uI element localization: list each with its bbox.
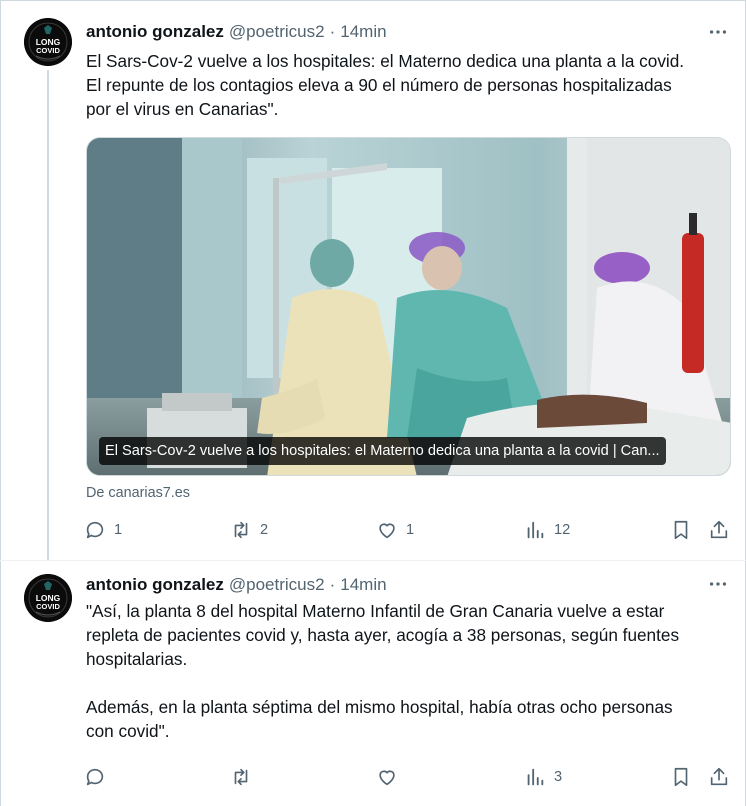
bookmark-icon (674, 520, 688, 540)
bookmark-icon (674, 767, 688, 787)
long-covid-logo: LONG COVID (24, 574, 72, 622)
author-handle[interactable]: @poetricus2 (229, 575, 325, 595)
separator-dot: · (329, 22, 336, 41)
long-covid-logo: LONG COVID (24, 18, 72, 66)
views-icon (527, 768, 544, 786)
like-button[interactable] (376, 763, 406, 791)
tweet-2[interactable]: LONG COVID antonio gonzalez @poetricus2 … (0, 560, 746, 806)
retweet-icon (234, 521, 248, 539)
author-handle[interactable]: @poetricus2 (229, 22, 325, 42)
reply-button[interactable] (84, 763, 114, 791)
tweet-time[interactable]: 14min (340, 575, 386, 595)
tweet-time[interactable]: 14min (340, 22, 386, 42)
card-source[interactable]: De canarias7.es (86, 485, 190, 501)
like-count: 1 (406, 522, 415, 538)
author-name[interactable]: antonio gonzalez (86, 22, 224, 42)
avatar[interactable]: LONG COVID (24, 18, 72, 66)
share-icon (710, 520, 728, 539)
heart-icon (379, 523, 395, 539)
thread-line (47, 70, 49, 560)
views-count: 12 (554, 522, 571, 538)
retweet-button[interactable] (230, 763, 260, 791)
retweet-button[interactable]: 2 (230, 516, 268, 544)
action-bar: 3 (84, 763, 734, 791)
more-button[interactable] (706, 574, 730, 594)
bookmark-button[interactable] (670, 516, 692, 544)
more-button[interactable] (706, 22, 730, 42)
card-caption: El Sars-Cov-2 vuelve a los hospitales: e… (99, 437, 666, 465)
views-icon (527, 521, 544, 539)
hospital-photo (87, 138, 730, 475)
retweet-icon (234, 768, 248, 786)
reply-button[interactable]: 1 (84, 516, 122, 544)
avatar-text-line-2: COVID (36, 602, 60, 611)
share-button[interactable] (708, 763, 730, 791)
tweet-text: El Sars-Cov-2 vuelve a los hospitales: e… (86, 51, 685, 119)
like-button[interactable]: 1 (376, 516, 414, 544)
views-button[interactable]: 12 (524, 516, 570, 544)
avatar-text-line-2: COVID (36, 46, 60, 55)
heart-icon (379, 770, 395, 786)
reply-icon (86, 768, 104, 786)
share-button[interactable] (708, 516, 730, 544)
author-name[interactable]: antonio gonzalez (86, 575, 224, 595)
separator-dot: · (329, 575, 336, 594)
bookmark-button[interactable] (670, 763, 692, 791)
reply-icon (86, 521, 104, 539)
tweet-1[interactable]: LONG COVID antonio gonzalez @poetricus2 … (0, 0, 746, 560)
tweet-header: antonio gonzalez @poetricus2 · 14min (86, 22, 387, 42)
reply-count: 1 (114, 522, 123, 538)
link-card[interactable]: El Sars-Cov-2 vuelve a los hospitales: e… (86, 137, 731, 476)
tweet-text: "Así, la planta 8 del hospital Materno I… (86, 601, 680, 741)
retweet-count: 2 (260, 522, 269, 538)
more-horizontal-icon (709, 582, 727, 586)
action-bar: 1 2 1 12 (84, 516, 734, 544)
more-horizontal-icon (709, 30, 727, 34)
views-count: 3 (554, 769, 563, 785)
share-icon (710, 767, 728, 786)
tweet-header: antonio gonzalez @poetricus2 · 14min (86, 575, 387, 595)
avatar[interactable]: LONG COVID (24, 574, 72, 622)
views-button[interactable]: 3 (524, 763, 562, 791)
